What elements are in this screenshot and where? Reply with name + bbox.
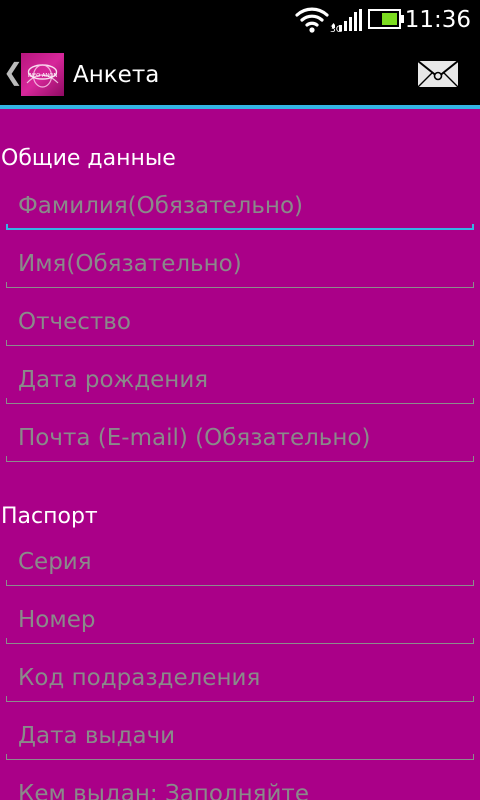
email-field[interactable] <box>6 414 474 462</box>
envelope-icon[interactable] <box>414 56 462 92</box>
field-underline <box>6 701 474 702</box>
issued-by-input[interactable] <box>6 770 474 800</box>
field-underline <box>6 585 474 586</box>
field-underline-tick <box>473 696 474 702</box>
logo-graphic: INFO ANON <box>26 64 59 88</box>
field-underline <box>6 759 474 760</box>
field-underline-tick <box>473 398 474 404</box>
section-header-general: Общие данные <box>1 146 176 171</box>
passport-number-field[interactable] <box>6 596 474 644</box>
birth-date-field[interactable] <box>6 356 474 404</box>
field-underline <box>6 228 474 230</box>
field-underline-tick <box>473 456 474 462</box>
field-underline-tick <box>473 580 474 586</box>
email-input[interactable] <box>6 414 474 462</box>
issued-by-field[interactable] <box>6 770 474 800</box>
patronymic-field[interactable] <box>6 298 474 346</box>
action-bar: ❮ INFO ANON Анкета <box>0 38 480 105</box>
status-bar: 3G 11:36 <box>0 0 480 38</box>
field-underline-tick <box>473 754 474 760</box>
action-bar-divider <box>0 105 480 109</box>
division-code-field[interactable] <box>6 654 474 702</box>
field-underline <box>6 643 474 644</box>
field-underline <box>6 345 474 346</box>
signal-icon: 3G <box>330 9 362 33</box>
wifi-icon <box>295 7 329 33</box>
field-underline-tick <box>473 282 474 288</box>
section-header-passport: Паспорт <box>1 504 98 529</box>
field-underline-tick <box>472 224 474 230</box>
app-logo[interactable]: INFO ANON <box>21 53 64 96</box>
field-underline <box>6 403 474 404</box>
field-underline-tick <box>473 340 474 346</box>
birth-date-input[interactable] <box>6 356 474 404</box>
page-title: Анкета <box>73 62 160 88</box>
issue-date-input[interactable] <box>6 712 474 760</box>
surname-input[interactable] <box>6 182 474 230</box>
issue-date-field[interactable] <box>6 712 474 760</box>
field-underline <box>6 287 474 288</box>
name-input[interactable] <box>6 240 474 288</box>
name-field[interactable] <box>6 240 474 288</box>
passport-number-input[interactable] <box>6 596 474 644</box>
patronymic-input[interactable] <box>6 298 474 346</box>
logo-text: INFO ANON <box>28 73 58 79</box>
surname-field[interactable] <box>6 182 474 230</box>
passport-series-field[interactable] <box>6 538 474 586</box>
status-time: 11:36 <box>404 7 471 33</box>
passport-series-input[interactable] <box>6 538 474 586</box>
battery-icon <box>368 9 404 29</box>
division-code-input[interactable] <box>6 654 474 702</box>
field-underline <box>6 461 474 462</box>
field-underline-tick <box>473 638 474 644</box>
